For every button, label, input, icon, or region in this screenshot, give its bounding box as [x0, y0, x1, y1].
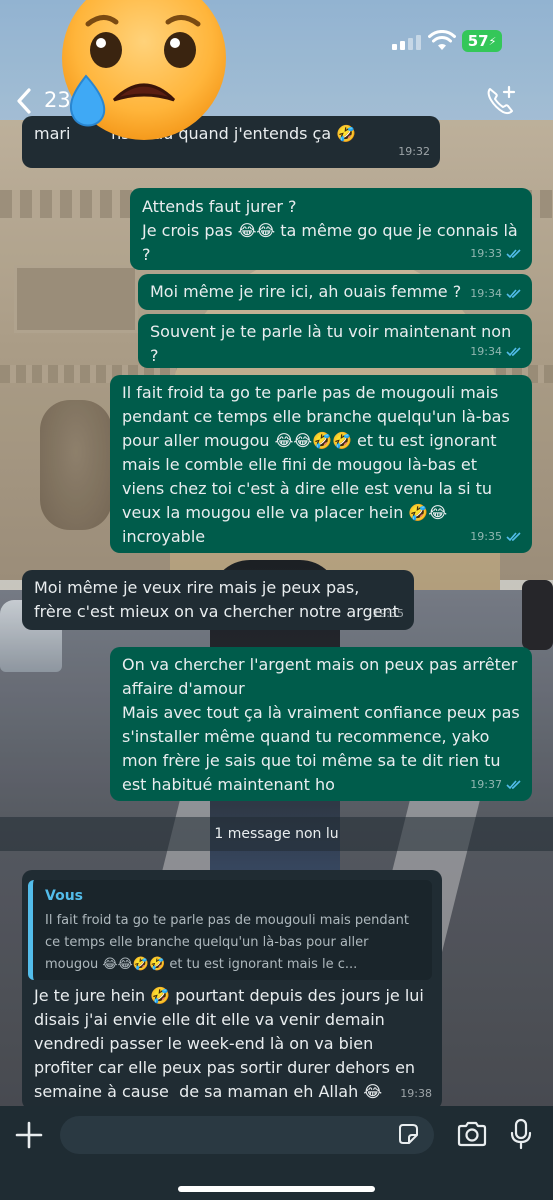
- message-outgoing[interactable]: Il fait froid ta go te parle pas de moug…: [110, 375, 532, 553]
- plus-icon[interactable]: [14, 1120, 44, 1150]
- read-ticks-icon: [506, 289, 521, 299]
- message-text: Je te jure hein 🤣 pourtant depuis des jo…: [34, 986, 429, 1101]
- message-text: Moi même je veux rire mais je peux pas, …: [34, 578, 399, 621]
- unread-banner: 1 message non lu: [0, 817, 553, 851]
- sad-emoji-icon: [62, 0, 226, 140]
- message-incoming[interactable]: Moi même je veux rire mais je peux pas, …: [22, 570, 414, 630]
- home-indicator: [178, 1186, 375, 1192]
- back-chevron-icon[interactable]: [12, 86, 38, 116]
- message-time: 19:34: [470, 345, 502, 358]
- quoted-message[interactable]: Vous Il fait froid ta go te parle pas de…: [28, 880, 432, 980]
- read-ticks-icon: [506, 532, 521, 542]
- message-text: Attends faut jurer ? Je crois pas 😂😂 ta …: [142, 197, 518, 264]
- read-ticks-icon: [506, 249, 521, 259]
- message-outgoing[interactable]: On va chercher l'argent mais on peux pas…: [110, 647, 532, 801]
- message-text: Souvent je te parle là tu voir maintenan…: [150, 322, 517, 365]
- message-time: 19:35: [372, 607, 404, 620]
- message-outgoing[interactable]: Moi même je rire ici, ah ouais femme ? 1…: [138, 274, 532, 310]
- signal-icon: [392, 34, 422, 50]
- battery-icon: 57 ⚡: [462, 30, 502, 52]
- sticker-icon[interactable]: [396, 1122, 420, 1146]
- message-time: 19:34: [470, 287, 502, 300]
- quoted-author: Vous: [45, 888, 83, 904]
- camera-icon[interactable]: [456, 1120, 488, 1148]
- message-text: On va chercher l'argent mais on peux pas…: [122, 655, 520, 794]
- call-add-icon[interactable]: [484, 84, 518, 118]
- quoted-text: Il fait froid ta go te parle pas de moug…: [45, 913, 409, 972]
- wifi-icon: [428, 30, 456, 50]
- message-time: 19:37: [470, 778, 502, 791]
- message-outgoing[interactable]: Attends faut jurer ? Je crois pas 😂😂 ta …: [130, 188, 532, 270]
- read-ticks-icon: [506, 780, 521, 790]
- message-list: mari ns l'eau quand j'entends ça 🤣 19:32…: [0, 0, 553, 1200]
- message-time: 19:32: [398, 145, 430, 158]
- composer-bar: [0, 1106, 553, 1200]
- message-outgoing[interactable]: Souvent je te parle là tu voir maintenan…: [138, 314, 532, 368]
- message-text: Moi même je rire ici, ah ouais femme ?: [150, 282, 462, 301]
- message-input[interactable]: [60, 1116, 434, 1154]
- battery-level: 57: [467, 32, 489, 50]
- read-ticks-icon: [506, 347, 521, 357]
- microphone-icon[interactable]: [510, 1118, 532, 1150]
- message-time: 19:33: [470, 247, 502, 260]
- message-time: 19:38: [400, 1087, 432, 1100]
- message-text: Il fait froid ta go te parle pas de moug…: [122, 383, 515, 546]
- message-time: 19:35: [470, 530, 502, 543]
